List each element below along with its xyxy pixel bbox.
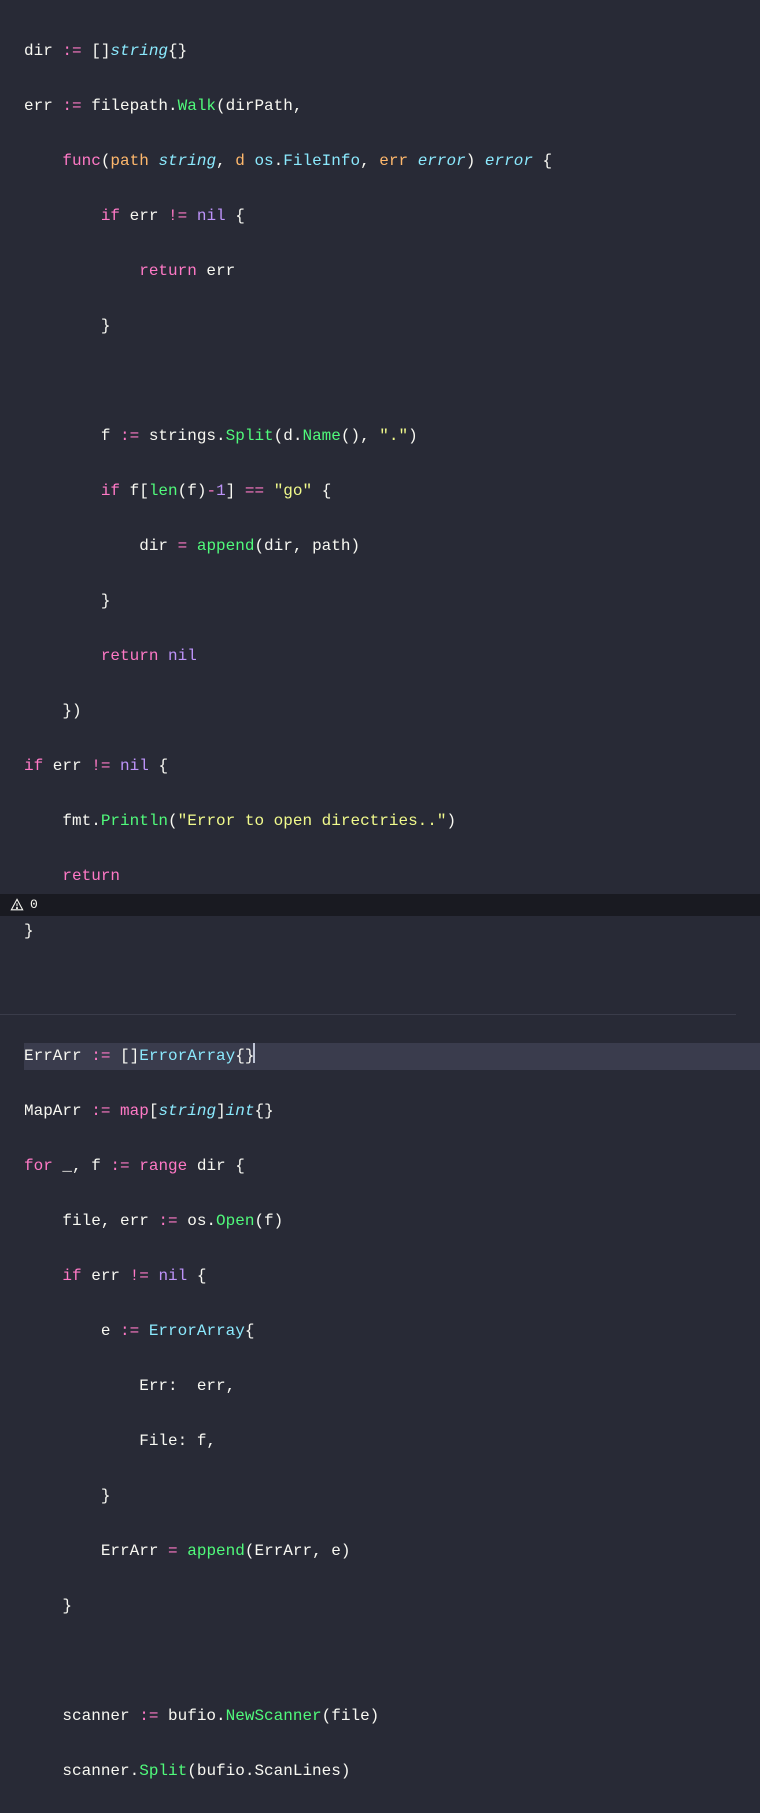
code-line: return nil (24, 643, 760, 671)
code-line: file, err := os.Open(f) (24, 1208, 760, 1236)
code-line-active: ErrArr := []ErrorArray{} (24, 1043, 760, 1071)
code-line: } (24, 1483, 760, 1511)
code-line: } (24, 1593, 760, 1621)
code-line: if err != nil { (24, 1263, 760, 1291)
code-line: if err != nil { (24, 203, 760, 231)
code-line: scanner := bufio.NewScanner(file) (24, 1703, 760, 1731)
code-line: f := strings.Split(d.Name(), ".") (24, 423, 760, 451)
code-line: }) (24, 698, 760, 726)
text-cursor (253, 1043, 255, 1063)
code-line (24, 368, 760, 396)
code-line: File: f, (24, 1428, 760, 1456)
code-line: err := filepath.Walk(dirPath, (24, 93, 760, 121)
code-line: dir = append(dir, path) (24, 533, 760, 561)
code-line: return (24, 863, 760, 891)
code-line: for _, f := range dir { (24, 1153, 760, 1181)
code-line: } (24, 313, 760, 341)
section-divider (0, 1014, 736, 1015)
code-line: e := ErrorArray{ (24, 1318, 760, 1346)
warning-icon[interactable] (10, 898, 24, 912)
code-line: } (24, 588, 760, 616)
code-line: if err != nil { (24, 753, 760, 781)
code-line: fmt.Println("Error to open directries.."… (24, 808, 760, 836)
code-line: dir := []string{} (24, 38, 760, 66)
code-line: scanner.Split(bufio.ScanLines) (24, 1758, 760, 1786)
code-line: ErrArr = append(ErrArr, e) (24, 1538, 760, 1566)
code-line: Err: err, (24, 1373, 760, 1401)
code-line (24, 1648, 760, 1676)
code-line: return err (24, 258, 760, 286)
warning-count[interactable]: 0 (30, 891, 38, 919)
code-line: } (24, 918, 760, 946)
code-line: func(path string, d os.FileInfo, err err… (24, 148, 760, 176)
code-line: MapArr := map[string]int{} (24, 1098, 760, 1126)
status-bar: 0 (0, 894, 760, 916)
code-line: if f[len(f)-1] == "go" { (24, 478, 760, 506)
